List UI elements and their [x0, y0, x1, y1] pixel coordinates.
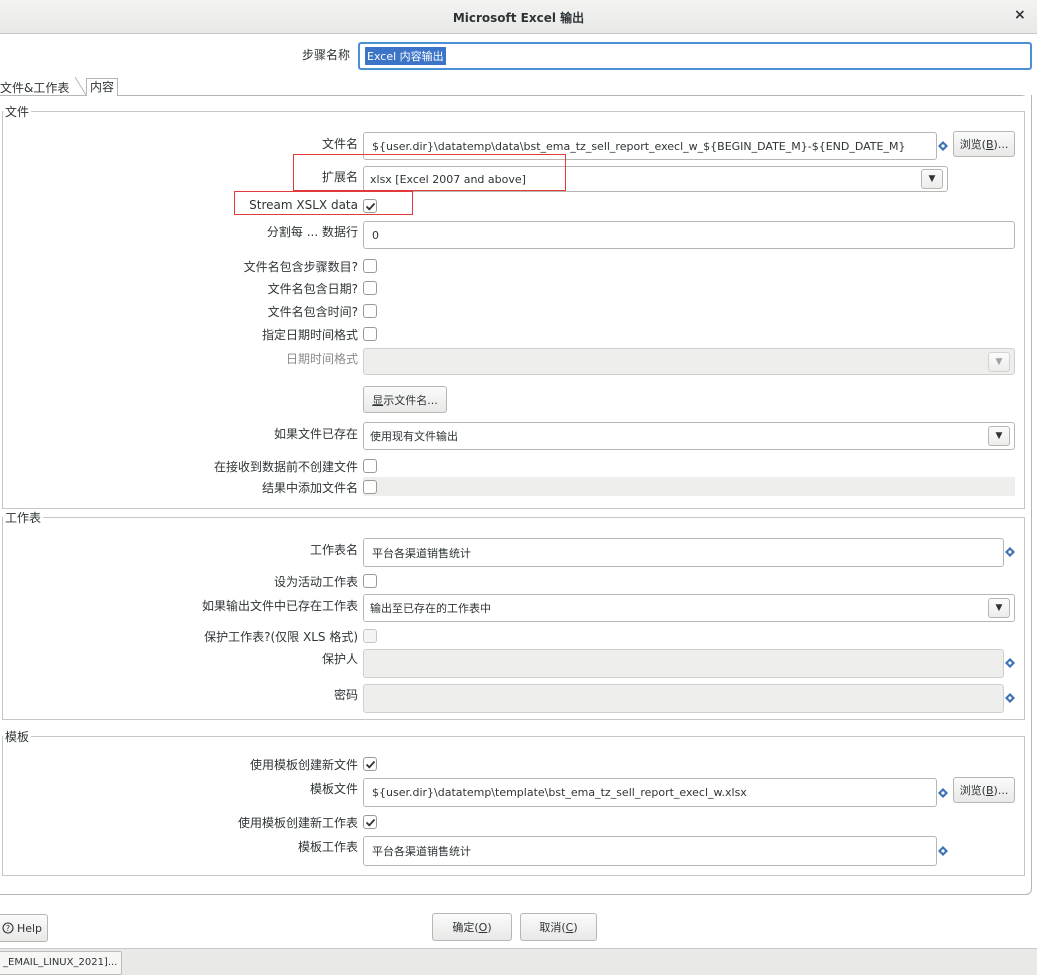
browse-button-suffix: )... [993, 137, 1009, 151]
taskbar [0, 948, 1037, 975]
variable-icon [1005, 658, 1015, 668]
make-active-label: 设为活动工作表 [273, 575, 358, 589]
help-label: Help [16, 921, 43, 935]
variable-icon [1005, 693, 1015, 703]
template-browse-suffix: )... [993, 783, 1009, 797]
show-filename-rest: 示文件名... [383, 393, 438, 407]
variable-icon [938, 141, 948, 151]
template-sheet-label: 模板工作表 [297, 840, 358, 854]
tab-strip [0, 76, 1032, 96]
if-sheet-exists-value: 输出至已存在的工作表中 [370, 602, 491, 615]
use-template-file-checkbox[interactable] [363, 757, 377, 771]
date-format-select: ▼ [363, 348, 1015, 375]
step-name-value: Excel 内容输出 [365, 47, 446, 65]
template-browse-key: B [985, 783, 994, 797]
browse-button[interactable]: 浏览(B)... [953, 131, 1015, 157]
variable-icon [1005, 547, 1015, 557]
add-to-result-label: 结果中添加文件名 [261, 481, 358, 495]
include-date-checkbox[interactable] [363, 281, 377, 295]
step-name-input[interactable]: Excel 内容输出 [358, 42, 1032, 70]
protect-sheet-label: 保护工作表?(仅限 XLS 格式) [204, 630, 358, 644]
variable-icon [938, 846, 948, 856]
password-input [363, 684, 1004, 713]
protected-by-input [363, 649, 1004, 678]
template-group-legend: 模板 [3, 728, 32, 745]
make-active-checkbox[interactable] [363, 574, 377, 588]
highlight-box-extension [293, 154, 566, 191]
ok-prefix: 确定( [452, 921, 479, 934]
sheet-group-legend: 工作表 [3, 509, 44, 526]
protected-by-label: 保护人 [321, 652, 358, 666]
ok-suffix: ) [487, 920, 492, 934]
cancel-suffix: ) [573, 920, 578, 934]
tab-content[interactable]: 内容 [86, 78, 119, 96]
if-exists-select[interactable]: 使用现有文件输出 ▼ [363, 422, 1015, 450]
include-time-checkbox[interactable] [363, 304, 377, 318]
svg-text:?: ? [6, 924, 10, 933]
checkmark-icon [365, 760, 375, 769]
add-to-result-checkbox[interactable] [363, 480, 377, 494]
template-file-label: 模板文件 [309, 782, 358, 796]
split-rows-label: 分割每 ... 数据行 [266, 225, 358, 239]
chevron-down-icon[interactable]: ▼ [988, 598, 1010, 618]
template-sheet-input[interactable]: 平台各渠道销售统计 [363, 836, 937, 866]
checkmark-icon [365, 818, 375, 827]
browse-button-key: B [985, 137, 994, 151]
no-create-checkbox[interactable] [363, 459, 377, 473]
close-icon[interactable]: × [1014, 7, 1026, 23]
template-sheet-value: 平台各渠道销售统计 [372, 845, 471, 858]
chevron-down-icon[interactable]: ▼ [921, 169, 943, 189]
include-stepnr-label: 文件名包含步骤数目? [243, 260, 358, 274]
sheet-name-label: 工作表名 [309, 543, 358, 557]
filename-value: ${user.dir}\datatemp\data\bst_ema_tz_sel… [372, 139, 906, 153]
cancel-button[interactable]: 取消(C) [520, 913, 597, 941]
date-format-label: 日期时间格式 [285, 352, 358, 366]
variable-icon [938, 788, 948, 798]
no-create-label: 在接收到数据前不创建文件 [213, 460, 358, 474]
include-stepnr-checkbox[interactable] [363, 259, 377, 273]
if-exists-value: 使用现有文件输出 [370, 430, 458, 443]
split-rows-input[interactable]: 0 [363, 221, 1015, 249]
show-filename-button[interactable]: 显示文件名... [363, 386, 447, 413]
step-name-label: 步骤名称 [301, 48, 350, 62]
template-browse-prefix: 浏览( [959, 784, 986, 797]
use-template-sheet-checkbox[interactable] [363, 815, 377, 829]
highlight-box-stream [234, 191, 413, 215]
file-group-legend: 文件 [3, 103, 32, 120]
cancel-key: C [565, 920, 574, 934]
window-title: Microsoft Excel 输出 [452, 11, 585, 25]
specify-format-checkbox[interactable] [363, 327, 377, 341]
chevron-down-icon[interactable]: ▼ [988, 426, 1010, 446]
tab-strip-lines [0, 76, 1026, 96]
filename-label: 文件名 [321, 137, 358, 151]
help-button[interactable]: ? Help [0, 914, 48, 942]
cancel-prefix: 取消( [539, 921, 566, 934]
protect-sheet-checkbox [363, 629, 377, 643]
template-browse-button[interactable]: 浏览(B)... [953, 777, 1015, 803]
tab-file-sheet[interactable]: 文件&工作表 [0, 79, 69, 96]
if-exists-label: 如果文件已存在 [273, 427, 358, 441]
help-icon: ? [2, 922, 14, 934]
ok-key: O [478, 920, 488, 934]
ok-button[interactable]: 确定(O) [432, 913, 512, 941]
browse-button-prefix: 浏览( [959, 138, 986, 151]
template-file-input[interactable]: ${user.dir}\datatemp\template\bst_ema_tz… [363, 778, 937, 807]
include-time-label: 文件名包含时间? [267, 305, 358, 319]
password-label: 密码 [333, 688, 358, 702]
sheet-name-input[interactable]: 平台各渠道销售统计 [363, 538, 1004, 567]
sheet-name-value: 平台各渠道销售统计 [372, 546, 471, 560]
show-filename-key: 显 [372, 393, 384, 407]
include-date-label: 文件名包含日期? [267, 282, 358, 296]
taskbar-item[interactable]: _EMAIL_LINUX_2021]... [0, 951, 122, 975]
if-sheet-exists-label: 如果输出文件中已存在工作表 [201, 599, 358, 613]
split-rows-value: 0 [372, 228, 379, 242]
specify-format-label: 指定日期时间格式 [261, 328, 358, 342]
add-result-row-bg [363, 477, 1015, 496]
use-template-file-label: 使用模板创建新文件 [249, 758, 358, 772]
if-sheet-exists-select[interactable]: 输出至已存在的工作表中 ▼ [363, 594, 1015, 622]
use-template-sheet-label: 使用模板创建新工作表 [237, 816, 358, 830]
template-file-value: ${user.dir}\datatemp\template\bst_ema_tz… [372, 786, 747, 799]
chevron-down-icon: ▼ [988, 351, 1010, 372]
